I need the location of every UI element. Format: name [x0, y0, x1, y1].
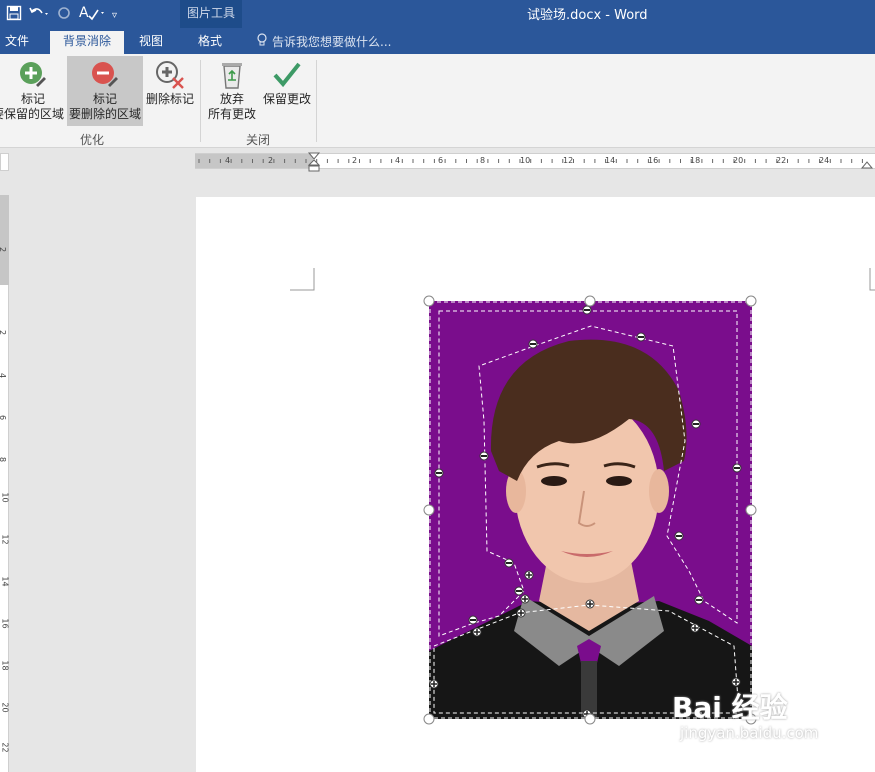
mark-remove-icon	[92, 62, 118, 87]
ruler-h-num: 8	[480, 156, 486, 165]
ruler-v-num: 2	[0, 330, 7, 335]
ruler-h-num: 10	[520, 156, 531, 165]
ruler-h-num: 2	[352, 156, 358, 165]
ruler-v-num: 20	[0, 702, 10, 713]
discard-label1: 放弃	[219, 92, 244, 106]
vertical-ruler[interactable]: 2 2 4 6 8 10 12 14 16 18 20 22	[0, 195, 10, 772]
delete-mark-button[interactable]: 删除标记	[144, 56, 196, 124]
group-label-refine: 优化	[80, 133, 105, 147]
right-indent-marker-icon[interactable]	[861, 154, 873, 170]
ruler-h-num: 4	[225, 156, 231, 165]
ruler-v-num: 22	[0, 742, 10, 753]
watermark-url: jingyan.baidu.com	[680, 724, 819, 742]
discard-label2: 所有更改	[207, 107, 256, 121]
watermark-text: Bai 经验	[672, 691, 788, 724]
tab-remove-background[interactable]: 背景消除	[50, 31, 124, 54]
recycle-bin-icon	[222, 63, 242, 89]
mark-keep-button[interactable]: 标记 要保留的区域	[0, 56, 66, 124]
ruler-h-num: 22	[776, 156, 787, 165]
mark-remove-label1: 标记	[92, 92, 117, 106]
mark-keep-icon	[20, 62, 46, 87]
tell-me-text: 告诉我您想要做什么...	[272, 35, 392, 49]
delete-mark-label: 删除标记	[145, 92, 194, 106]
mark-keep-label2: 要保留的区域	[0, 107, 64, 121]
title-bar	[0, 0, 875, 28]
keep-changes-button[interactable]: 保留更改	[260, 56, 314, 124]
ruler-corner	[0, 153, 9, 171]
redo-icon[interactable]	[56, 5, 72, 26]
save-icon[interactable]	[6, 5, 22, 26]
selection-handles[interactable]	[423, 295, 759, 725]
ruler-v-num: 8	[0, 457, 7, 462]
group-separator-2	[316, 60, 317, 142]
margin-corner-mark	[869, 268, 875, 291]
ruler-ticks	[198, 159, 863, 163]
picture-tools-label: 图片工具	[187, 6, 236, 20]
tab-format[interactable]: 格式	[184, 31, 236, 54]
ruler-v-num: 4	[0, 373, 7, 378]
ruler-h-num: 6	[438, 156, 444, 165]
ruler-h-num: 20	[733, 156, 744, 165]
mark-remove-label2: 要删除的区域	[68, 107, 141, 121]
ruler-h-num: 18	[690, 156, 701, 165]
delete-mark-icon	[156, 61, 184, 89]
ruler-v-num: 18	[0, 660, 10, 671]
checkmark-icon	[273, 62, 301, 88]
ruler-v-num: 6	[0, 415, 7, 420]
tab-file[interactable]: 文件	[0, 31, 34, 54]
tell-me-search[interactable]: 告诉我您想要做什么...	[256, 33, 391, 50]
ruler-h-num: 4	[395, 156, 401, 165]
document-title: 试验场.docx - Word	[527, 8, 648, 23]
spellcheck-icon[interactable]: A	[78, 4, 106, 27]
quick-access-toolbar: A ▿	[6, 4, 117, 27]
ruler-v-num: 16	[0, 618, 10, 629]
tab-view[interactable]: 视图	[130, 31, 172, 54]
margin-corner-mark	[290, 268, 315, 291]
discard-all-changes-button[interactable]: 放弃 所有更改	[204, 56, 260, 124]
ruler-v-num: 10	[0, 492, 10, 503]
ruler-h-num: 16	[648, 156, 659, 165]
ruler-h-num: 14	[605, 156, 616, 165]
horizontal-ruler[interactable]: 4 2 2 4 6 8 10 12 14 16 18 20 22 24	[195, 152, 875, 172]
customize-qat-icon[interactable]: ▿	[112, 7, 117, 25]
group-label-close: 关闭	[246, 133, 271, 147]
ruler-v-margin-shade	[0, 195, 9, 285]
group-separator	[200, 60, 201, 142]
ruler-h-num: 2	[268, 156, 274, 165]
keep-changes-label: 保留更改	[262, 92, 311, 106]
lightbulb-icon	[256, 33, 268, 50]
indent-marker-icon[interactable]	[307, 152, 321, 174]
ruler-h-num: 24	[819, 156, 830, 165]
svg-text:A: A	[79, 5, 89, 21]
ruler-v-num: 2	[0, 247, 7, 252]
mark-keep-label1: 标记	[20, 92, 45, 106]
ruler-v-num: 14	[0, 576, 10, 587]
ruler-v-num: 12	[0, 534, 10, 545]
ruler-h-num: 12	[563, 156, 574, 165]
undo-icon[interactable]	[28, 5, 50, 26]
watermark-logo: Bai 经验 jingyan.baidu.com	[672, 686, 818, 742]
mark-remove-button[interactable]: 标记 要删除的区域	[67, 56, 143, 126]
